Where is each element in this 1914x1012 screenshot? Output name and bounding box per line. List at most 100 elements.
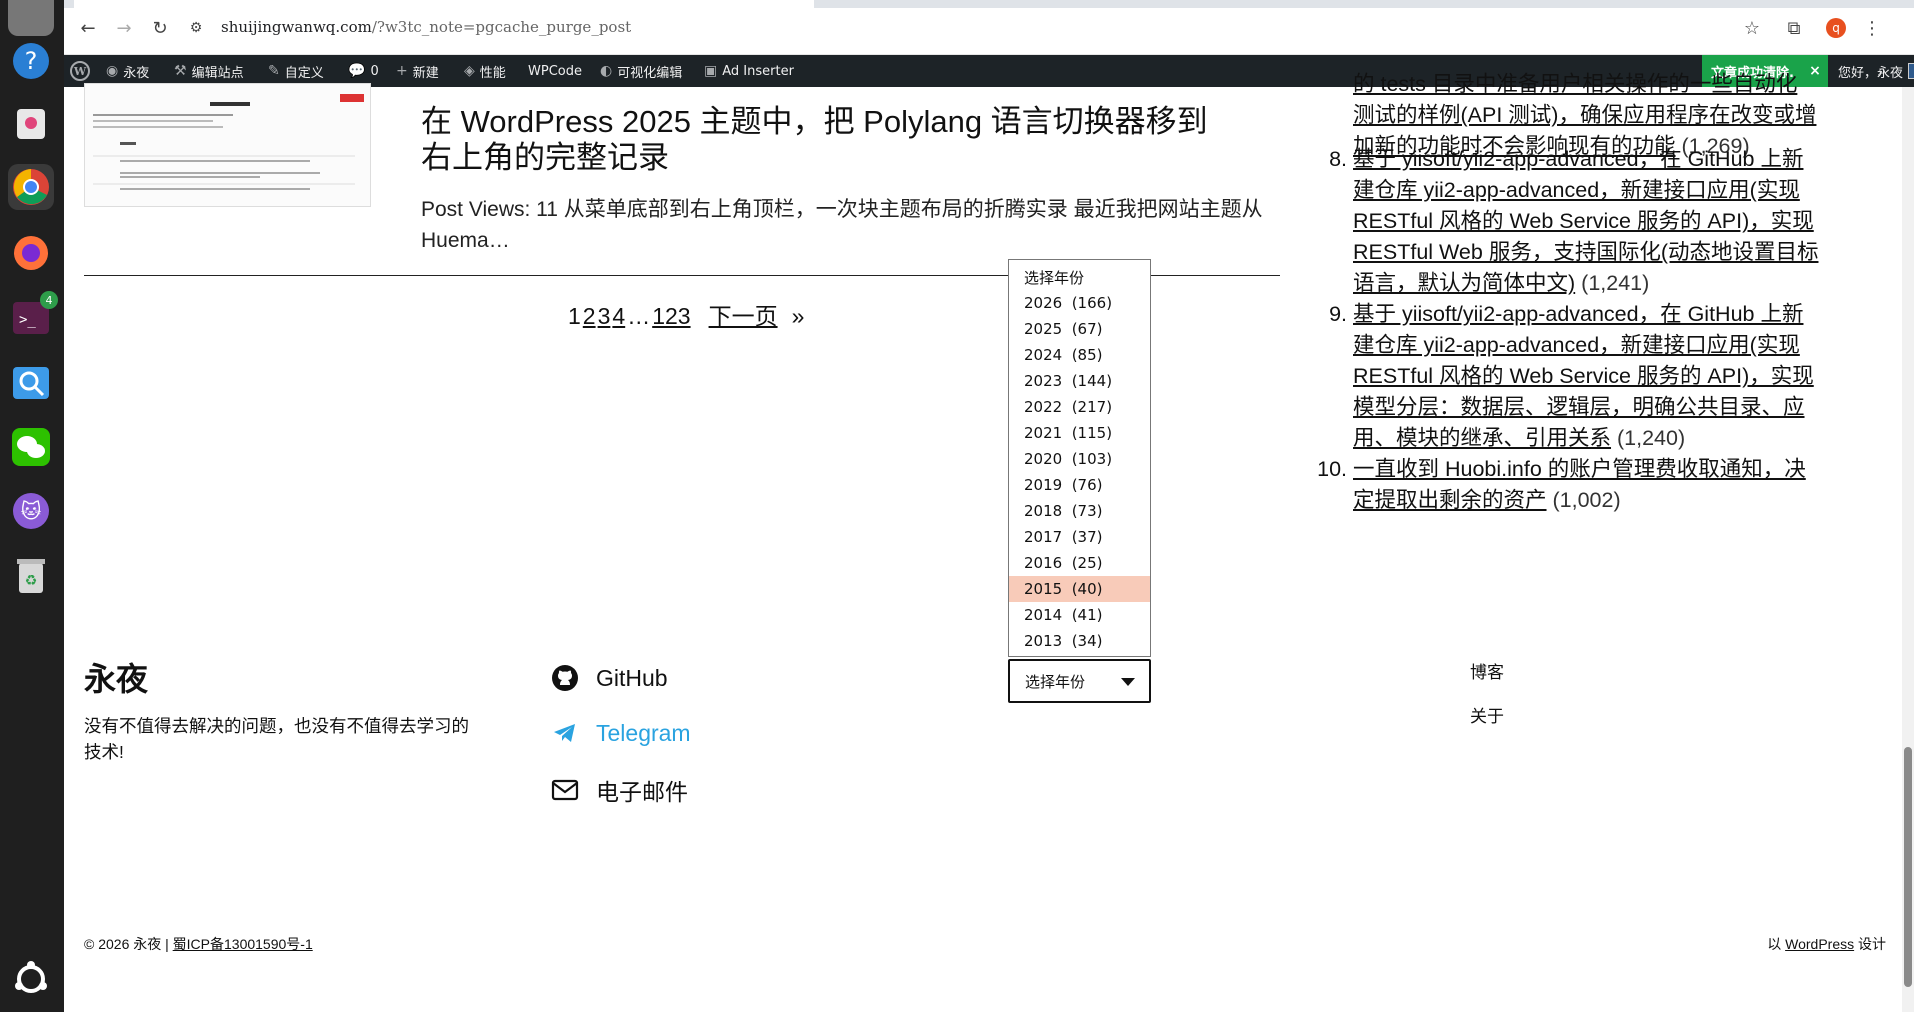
ad-inserter-icon: ▣ — [704, 63, 718, 79]
wechat-icon[interactable] — [8, 424, 54, 470]
hammer-icon: ⚒ — [174, 63, 187, 79]
credit-suffix: 设计 — [1854, 936, 1886, 952]
performance-icon: ◈ — [464, 63, 475, 79]
page-link-last[interactable]: 123 — [652, 303, 690, 329]
tab-edge — [64, 0, 74, 8]
help-icon[interactable]: ? — [8, 38, 54, 84]
select-value: 选择年份 — [1025, 672, 1086, 691]
footer-tagline: 没有不值得去解决的问题，也没有不值得去学习的技术! — [84, 716, 469, 762]
github-label: GitHub — [596, 664, 668, 691]
popular-post-link[interactable]: 基于 yiisoft/yii2-app-advanced，在 GitHub 上新… — [1353, 302, 1814, 450]
brush-icon: ✎ — [268, 63, 280, 79]
year-option[interactable]: 选择年份 — [1009, 264, 1150, 290]
list-number: 9. — [1329, 302, 1347, 326]
social-email[interactable]: 电子邮件 — [550, 773, 688, 807]
view-count: (1,002) — [1552, 488, 1621, 512]
forward-icon[interactable]: → — [110, 14, 138, 42]
performance-label: 性能 — [479, 65, 506, 81]
visual-edit-label: 可视化编辑 — [617, 65, 683, 81]
bookmark-star-icon[interactable]: ☆ — [1738, 14, 1766, 42]
year-option[interactable]: 2026 (166) — [1009, 290, 1150, 316]
software-center-icon[interactable] — [8, 98, 54, 144]
adminbar-wpcode[interactable]: WPCode — [528, 55, 582, 87]
footer-menu-blog[interactable]: 博客 — [1470, 658, 1504, 683]
next-page-link[interactable]: 下一页 — [709, 303, 778, 329]
svg-text:?: ? — [25, 47, 38, 75]
page-ellipsis: … — [627, 303, 651, 329]
credit-prefix: 以 — [1767, 936, 1786, 952]
wpcode-label: WPCode — [528, 63, 582, 79]
year-option[interactable]: 2022 (217) — [1009, 394, 1150, 420]
files-icon[interactable] — [8, 0, 54, 36]
page-link-2[interactable]: 2 — [583, 303, 596, 329]
adminbar-visual-edit[interactable]: ◐ 可视化编辑 — [600, 55, 682, 87]
mail-icon — [550, 775, 580, 805]
telegram-label: Telegram — [596, 719, 691, 746]
back-icon[interactable]: ← — [74, 14, 102, 42]
next-arrow: » — [791, 303, 805, 329]
email-label: 电子邮件 — [596, 779, 688, 805]
year-option[interactable]: 2020 (103) — [1009, 446, 1150, 472]
firefox-icon[interactable] — [8, 230, 54, 276]
list-number: 8. — [1329, 147, 1347, 171]
terminal-icon[interactable]: >_ 4 — [8, 291, 58, 341]
list-item: 8. 基于 yiisoft/yii2-app-advanced，在 GitHub… — [1329, 144, 1914, 299]
reload-icon[interactable]: ↻ — [146, 14, 174, 42]
social-github[interactable]: GitHub — [550, 663, 668, 693]
year-option[interactable]: 2013 (34) — [1009, 628, 1150, 654]
adminbar-ad-inserter[interactable]: ▣ Ad Inserter — [704, 55, 794, 87]
profile-avatar[interactable]: q — [1822, 14, 1850, 42]
page-link-4[interactable]: 4 — [612, 303, 625, 329]
site-info-icon[interactable]: ⚙ — [182, 14, 210, 42]
social-telegram[interactable]: Telegram — [550, 718, 691, 748]
show-apps-icon[interactable] — [8, 956, 54, 1002]
adminbar-new[interactable]: + 新建 — [396, 55, 439, 87]
list-item: 9. 基于 yiisoft/yii2-app-advanced，在 GitHub… — [1329, 299, 1914, 454]
chrome-icon[interactable] — [8, 164, 54, 210]
browser-toolbar: ← → ↻ ⚙ shuijingwanwq.com/?w3tc_note=pgc… — [64, 0, 1914, 55]
footer-site-title[interactable]: 永夜 — [84, 654, 148, 700]
page-content: 在 WordPress 2025 主题中，把 Polylang 语言切换器移到右… — [64, 72, 1914, 1012]
year-option[interactable]: 2014 (41) — [1009, 602, 1150, 628]
icp-link[interactable]: 蜀ICP备13001590号-1 — [173, 936, 313, 952]
post-title[interactable]: 在 WordPress 2025 主题中，把 Polylang 语言切换器移到右… — [421, 104, 1231, 176]
year-option[interactable]: 2025 (67) — [1009, 316, 1150, 342]
ad-inserter-label: Ad Inserter — [722, 63, 794, 79]
year-option[interactable]: 2018 (73) — [1009, 498, 1150, 524]
year-option[interactable]: 2017 (37) — [1009, 524, 1150, 550]
cat-app-icon[interactable]: 🐱 — [8, 488, 54, 534]
footer-menu-about[interactable]: 关于 — [1470, 702, 1504, 727]
page-scrollbar[interactable] — [1902, 87, 1914, 1012]
extensions-icon[interactable]: ⧉ — [1780, 14, 1808, 42]
year-option[interactable]: 2019 (76) — [1009, 472, 1150, 498]
trash-icon[interactable]: ♻ — [8, 552, 54, 598]
customize-label: 自定义 — [284, 65, 324, 81]
scrollbar-thumb[interactable] — [1904, 747, 1912, 987]
post-thumbnail[interactable] — [84, 83, 371, 207]
site-name-label: 永夜 — [123, 65, 150, 81]
wordpress-link[interactable]: WordPress — [1785, 936, 1854, 952]
year-option-highlighted[interactable]: 2015 (40) — [1009, 576, 1150, 602]
year-option[interactable]: 2016 (25) — [1009, 550, 1150, 576]
svg-text:>_: >_ — [19, 312, 36, 328]
edit-site-label: 编辑站点 — [191, 65, 244, 81]
tab-strip — [814, 0, 1914, 8]
url-domain: shuijingwanwq.com — [221, 18, 372, 36]
year-option[interactable]: 2024 (85) — [1009, 342, 1150, 368]
year-option[interactable]: 2021 (115) — [1009, 420, 1150, 446]
pagination: 1234…123 下一页» — [568, 297, 810, 331]
view-count: (1,240) — [1617, 426, 1686, 450]
svg-text:🐱: 🐱 — [21, 499, 42, 523]
list-item: 10. 一直收到 Huobi.info 的账户管理费收取通知，决 定提取出剩余的资… — [1317, 454, 1914, 516]
archive-year-select[interactable]: 选择年份 — [1008, 659, 1151, 703]
visual-edit-icon: ◐ — [600, 63, 613, 79]
page-link-3[interactable]: 3 — [598, 303, 611, 329]
adminbar-performance[interactable]: ◈ 性能 — [464, 55, 506, 87]
github-icon — [550, 663, 580, 693]
year-option[interactable]: 2023 (144) — [1009, 368, 1150, 394]
svg-text:W: W — [73, 65, 87, 78]
app-dock: ? >_ 4 🐱 ♻ — [0, 0, 64, 1012]
image-viewer-icon[interactable] — [8, 360, 54, 406]
menu-kebab-icon[interactable]: ⋮ — [1858, 14, 1886, 42]
address-bar[interactable]: shuijingwanwq.com/?w3tc_note=pgcache_pur… — [221, 18, 631, 36]
